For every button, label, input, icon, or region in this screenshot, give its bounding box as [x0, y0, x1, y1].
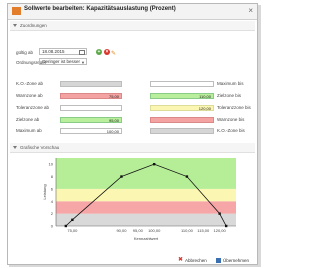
- threshold-input[interactable]: [150, 128, 214, 134]
- x-tick-label: 100,00: [148, 228, 161, 233]
- close-icon[interactable]: ×: [248, 5, 253, 17]
- zone-band: [56, 213, 236, 226]
- delete-icon[interactable]: ×: [104, 49, 110, 55]
- dialog-footer: ✖ Abbrechen Übernehmen: [8, 256, 257, 264]
- y-tick-label: 6: [51, 186, 54, 191]
- threshold-input[interactable]: 95,00: [60, 117, 122, 123]
- y-tick-label: 8: [51, 174, 54, 179]
- chevron-down-icon: ▼: [81, 60, 85, 65]
- threshold-label: Warnzone bis: [217, 117, 245, 122]
- threshold-label: Toleranzzone ab: [16, 105, 50, 110]
- section-title: Zuordnungen: [20, 23, 47, 28]
- threshold-input[interactable]: [60, 105, 122, 111]
- threshold-label: Maximum bis: [217, 81, 244, 86]
- x-tick-label: 90,00: [116, 228, 127, 233]
- preview-chart: 0 2 4 6 8 10 75,00 90,00 95,00 100,00 110,00 115,00…: [42, 158, 236, 241]
- threshold-input[interactable]: 100,00: [60, 128, 122, 134]
- data-point: [185, 175, 189, 178]
- dialog-titlebar[interactable]: Sollwerte bearbeiten: Kapazitätsauslastu…: [8, 4, 257, 20]
- zone-band: [56, 158, 236, 189]
- window-icon: [12, 7, 21, 15]
- section-assignments-header[interactable]: Zuordnungen: [10, 21, 255, 31]
- data-point: [152, 162, 156, 166]
- threshold-label: K.O.-Zone ab: [16, 81, 44, 86]
- data-point: [218, 212, 221, 215]
- threshold-label: Zielzone ab: [16, 117, 40, 122]
- y-tick-label: 4: [51, 199, 54, 204]
- cancel-label: Abbrechen: [185, 258, 207, 263]
- threshold-label: Warnzone ab: [16, 93, 43, 98]
- threshold-input[interactable]: 120,00: [150, 105, 214, 111]
- valid-from-value: 18.08.2015: [42, 49, 65, 54]
- plus-icon[interactable]: +: [96, 49, 102, 55]
- x-tick-label: 110,00: [181, 228, 194, 233]
- section-preview-header[interactable]: Grafische Vorschau: [10, 143, 255, 153]
- apply-label: Übernehmen: [223, 258, 250, 263]
- threshold-label: K.O.-Zone bis: [217, 128, 245, 133]
- apply-button[interactable]: Übernehmen: [216, 257, 249, 264]
- section-title: Grafische Vorschau: [20, 145, 60, 150]
- threshold-input[interactable]: [150, 81, 214, 87]
- x-tick-label: 115,00: [197, 228, 210, 233]
- dialog-title: Sollwerte bearbeiten: Kapazitätsauslastu…: [24, 6, 176, 12]
- data-point: [71, 218, 74, 222]
- x-axis-label: Kennzahlwert: [134, 236, 159, 241]
- threshold-input[interactable]: [60, 81, 122, 87]
- ordering-rule-value: Geringer ist besser: [42, 59, 81, 64]
- zone-band: [56, 188, 236, 202]
- x-tick-label: 95,00: [133, 228, 144, 233]
- pencil-icon[interactable]: ✎: [111, 50, 116, 57]
- y-tick-label: 10: [49, 162, 54, 167]
- calendar-icon[interactable]: [79, 50, 85, 55]
- data-point: [64, 224, 68, 228]
- x-tick-label: 120,00: [214, 228, 227, 233]
- y-tick-label: 2: [51, 211, 54, 216]
- threshold-input[interactable]: 75,00: [60, 93, 122, 99]
- x-tick-label: 75,00: [67, 228, 78, 233]
- ordering-rule-select[interactable]: Geringer ist besser ▼: [39, 58, 87, 65]
- save-icon: [216, 258, 221, 264]
- threshold-input[interactable]: [150, 117, 214, 123]
- zone-band: [56, 201, 236, 214]
- threshold-label: Toleranzzone bis: [217, 105, 251, 110]
- edit-setpoints-dialog: Sollwerte bearbeiten: Kapazitätsauslastu…: [7, 3, 258, 265]
- cancel-icon: ✖: [178, 257, 184, 264]
- data-point: [224, 224, 228, 228]
- valid-from-date-input[interactable]: 18.08.2015: [39, 48, 87, 55]
- collapse-icon: [13, 146, 17, 150]
- data-point: [120, 175, 123, 178]
- y-tick-label: 0: [51, 224, 54, 229]
- threshold-input[interactable]: 110,00: [150, 93, 214, 99]
- collapse-icon: [13, 24, 17, 28]
- cancel-button[interactable]: ✖ Abbrechen: [178, 257, 207, 264]
- threshold-label: Zielzone bis: [217, 93, 242, 98]
- valid-from-label: gültig ab: [16, 50, 34, 55]
- threshold-label: Maximum ab: [16, 128, 42, 133]
- y-axis-label: Leistung: [42, 184, 47, 199]
